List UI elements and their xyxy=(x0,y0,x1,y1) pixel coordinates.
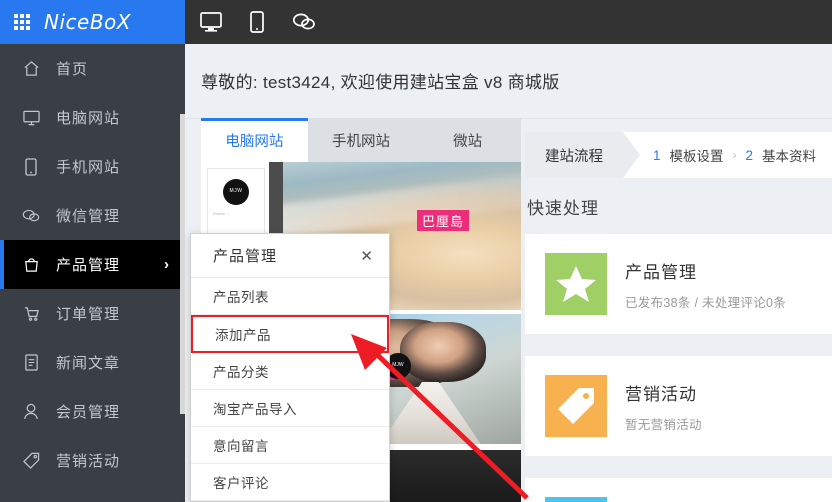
sidebar: 首页 电脑网站 手机网站 微信管理 产品管理 › 订单管理 新闻文章 会员管理 … xyxy=(0,44,185,502)
logo-zone[interactable]: NiceBoX xyxy=(0,0,185,44)
sidebar-item-label: 会员管理 xyxy=(56,404,121,421)
build-flow-label: 建站流程 xyxy=(525,132,640,178)
top-icon-group xyxy=(195,0,316,44)
tag-icon xyxy=(22,452,40,469)
app-root: NiceBoX 首页 电脑网站 手机网站 微信管理 产品管理 › 订单管理 新闻… xyxy=(0,0,832,502)
home-icon xyxy=(22,60,40,77)
chevron-right-icon: › xyxy=(732,148,737,162)
sidebar-item-home[interactable]: 首页 xyxy=(0,44,185,93)
thumb-badge: MJW xyxy=(223,179,249,205)
close-icon[interactable]: ✕ xyxy=(360,247,373,265)
thumb-caption: Promo → xyxy=(213,211,230,216)
submenu-item-taobao-import[interactable]: 淘宝产品导入 xyxy=(191,390,389,427)
chat-icon xyxy=(545,497,607,502)
chat-icon[interactable] xyxy=(292,12,316,32)
tab-pc-site[interactable]: 电脑网站 xyxy=(201,118,308,162)
quick-card-text: 产品管理 已发布38条 / 未处理评论0条 xyxy=(625,258,786,311)
thumbnail-item[interactable]: MJW Promo → xyxy=(207,168,265,242)
star-icon xyxy=(545,253,607,315)
sidebar-item-label: 产品管理 xyxy=(56,257,121,274)
document-icon xyxy=(22,354,40,371)
desktop-site-icon[interactable] xyxy=(200,12,222,32)
sidebar-item-order[interactable]: 订单管理 xyxy=(0,289,185,338)
quick-card-text: 营销活动 暂无营销活动 xyxy=(625,380,702,433)
user-icon xyxy=(22,403,40,420)
brand-logo: NiceBoX xyxy=(44,10,131,34)
build-flow-bar: 建站流程 1 模板设置 › 2 基本资料 xyxy=(525,132,832,178)
quick-card-subtitle: 已发布38条 / 未处理评论0条 xyxy=(625,295,787,310)
bag-icon xyxy=(22,256,40,273)
quick-card-marketing[interactable]: 营销活动 暂无营销活动 xyxy=(525,356,832,456)
pink-tag-bali: 巴厘島 xyxy=(417,210,470,231)
person-right-shape xyxy=(400,321,486,382)
tag-icon xyxy=(545,375,607,437)
sidebar-item-label: 订单管理 xyxy=(56,306,121,323)
sidebar-item-promotion[interactable]: 网站推广 xyxy=(0,485,185,502)
submenu-item-add-product[interactable]: 添加产品 xyxy=(191,315,389,353)
sidebar-item-label: 新闻文章 xyxy=(56,355,121,372)
quick-process-title: 快速处理 xyxy=(527,199,599,218)
submenu-item-product-list[interactable]: 产品列表 xyxy=(191,278,389,315)
tab-bar: 电脑网站 手机网站 微站 xyxy=(201,118,521,162)
quick-card-product[interactable]: 产品管理 已发布38条 / 未处理评论0条 xyxy=(525,234,832,334)
cart-icon xyxy=(22,305,40,322)
submenu-item-customer-review[interactable]: 客户评论 xyxy=(191,464,389,501)
right-column: 建站流程 1 模板设置 › 2 基本资料 快速处理 产品管理 已发布38条 / … xyxy=(525,118,832,502)
step-2-label[interactable]: 基本资料 xyxy=(762,145,816,165)
sidebar-scrollbar[interactable] xyxy=(180,114,185,414)
mobile-site-icon[interactable] xyxy=(250,11,264,33)
sidebar-item-marketing[interactable]: 营销活动 xyxy=(0,436,185,485)
step-2-number: 2 xyxy=(745,147,754,163)
sidebar-item-label: 首页 xyxy=(56,61,89,78)
step-1-label[interactable]: 模板设置 xyxy=(670,145,724,165)
quick-card-title: 产品管理 xyxy=(625,262,697,282)
chat-icon xyxy=(22,208,40,223)
chevron-right-icon: › xyxy=(164,256,169,273)
quick-card-third[interactable] xyxy=(525,478,832,502)
grid-apps-icon[interactable] xyxy=(14,14,30,30)
sidebar-item-pc-site[interactable]: 电脑网站 xyxy=(0,93,185,142)
submenu-header: 产品管理 ✕ xyxy=(191,234,389,278)
submenu-item-product-category[interactable]: 产品分类 xyxy=(191,353,389,390)
sidebar-item-label: 微信管理 xyxy=(56,208,121,225)
bride-shape xyxy=(379,381,481,444)
tab-mobile-site[interactable]: 手机网站 xyxy=(308,118,415,162)
welcome-message: 尊敬的: test3424, 欢迎使用建站宝盒 v8 商城版 xyxy=(201,73,560,92)
build-flow-steps: 1 模板设置 › 2 基本资料 xyxy=(623,145,816,165)
sidebar-item-product[interactable]: 产品管理 › xyxy=(0,240,185,289)
phone-icon xyxy=(22,157,40,176)
tab-micro-site[interactable]: 微站 xyxy=(414,118,521,162)
top-bar: NiceBoX xyxy=(0,0,832,44)
product-submenu-panel: 产品管理 ✕ 产品列表 添加产品 产品分类 淘宝产品导入 意向留言 客户评论 支… xyxy=(190,233,390,502)
sidebar-item-member[interactable]: 会员管理 xyxy=(0,387,185,436)
sidebar-item-label: 手机网站 xyxy=(56,159,121,176)
submenu-title: 产品管理 xyxy=(213,248,278,265)
sidebar-item-news[interactable]: 新闻文章 xyxy=(0,338,185,387)
sidebar-item-wechat[interactable]: 微信管理 xyxy=(0,191,185,240)
quick-card-title: 营销活动 xyxy=(625,384,697,404)
quick-card-subtitle: 暂无营销活动 xyxy=(625,417,702,432)
sidebar-item-label: 营销活动 xyxy=(56,453,121,470)
step-1-number: 1 xyxy=(653,147,661,163)
sidebar-item-label: 电脑网站 xyxy=(56,110,121,127)
sidebar-item-mobile-site[interactable]: 手机网站 xyxy=(0,142,185,191)
monitor-icon xyxy=(22,110,40,126)
submenu-item-inquiry-message[interactable]: 意向留言 xyxy=(191,427,389,464)
